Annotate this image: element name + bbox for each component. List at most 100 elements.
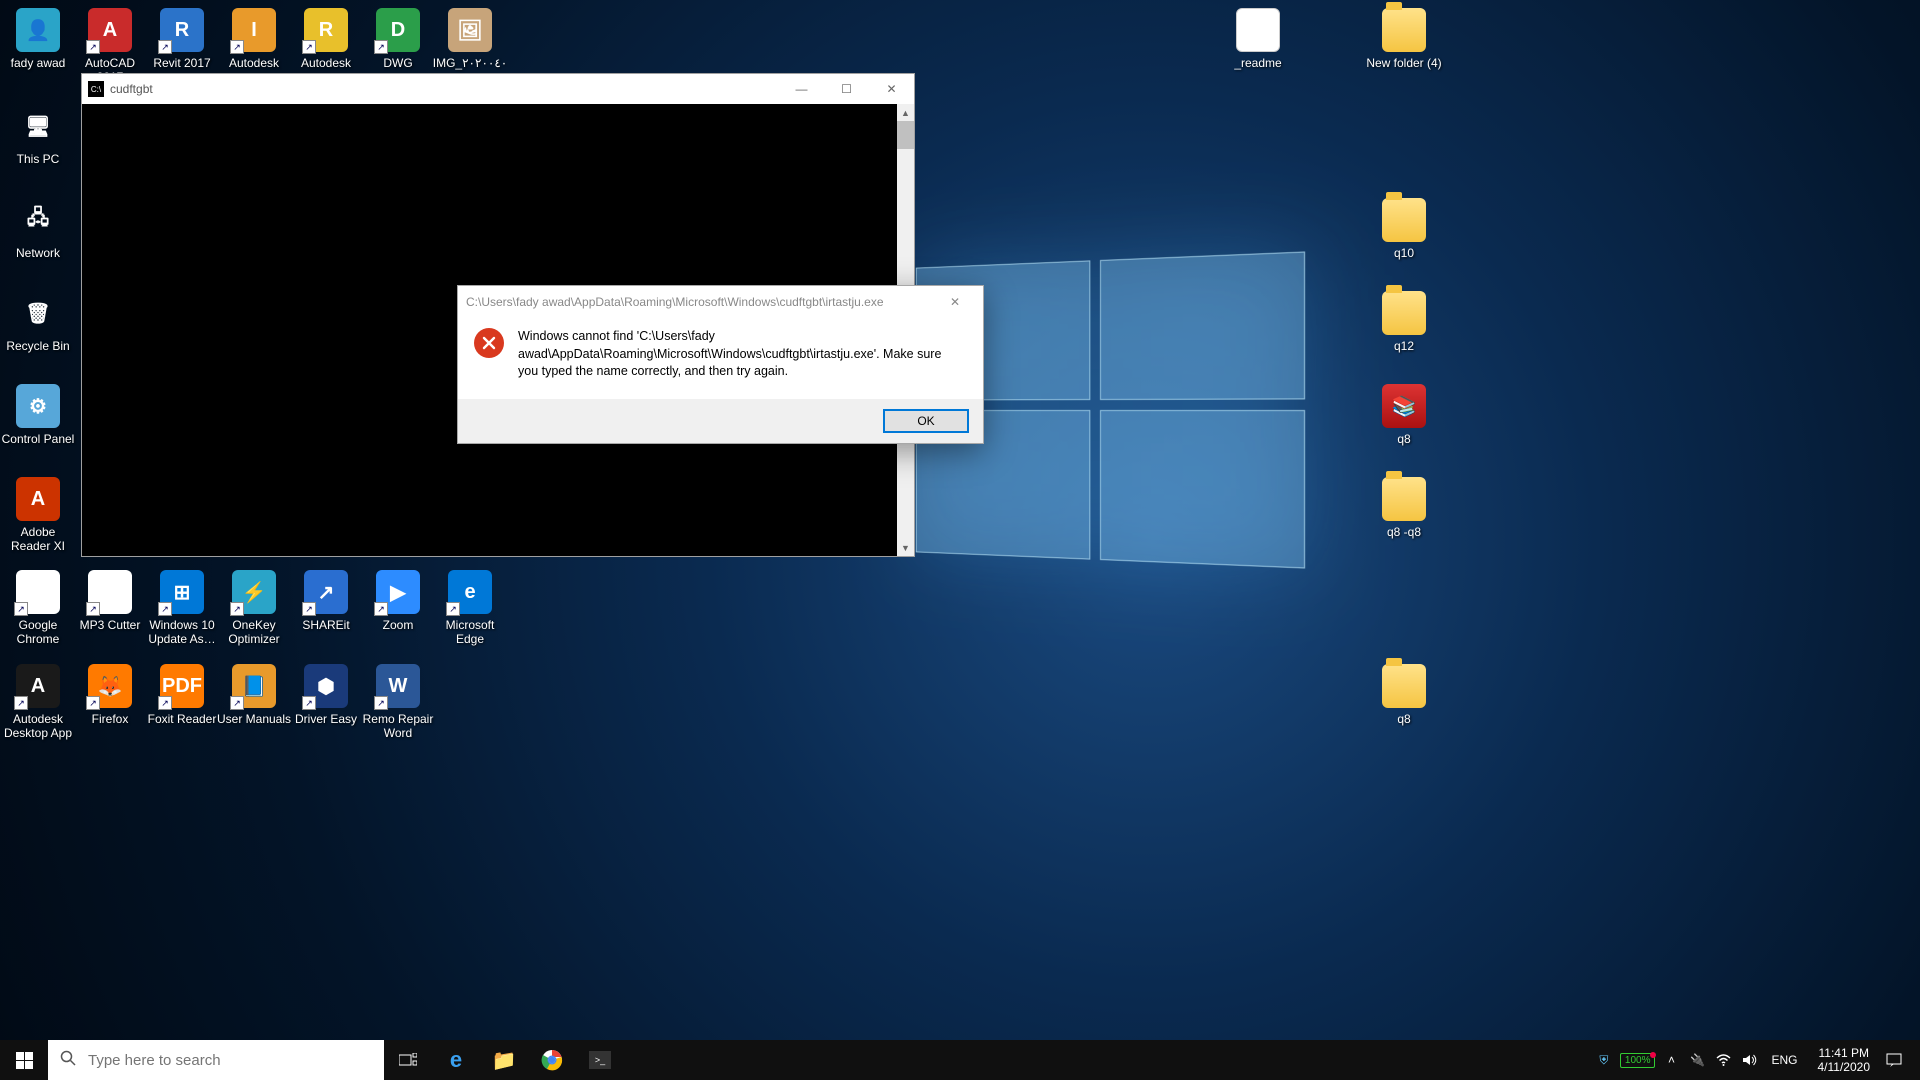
shortcut-arrow-icon: ↗ (302, 40, 316, 54)
taskbar-console[interactable]: >_ (576, 1040, 624, 1080)
desktop-icon-label: q8 -q8 (1366, 525, 1442, 539)
desktop-icon-label: q8 (1366, 432, 1442, 446)
console-icon: >_ (589, 1051, 611, 1069)
desktop-icon-label: DWG (360, 56, 436, 70)
desktop-icon-foxit[interactable]: PDF↗Foxit Reader (144, 664, 220, 726)
cpanel-icon: ⚙ (16, 384, 60, 428)
desktop-icon-label: q10 (1366, 246, 1442, 260)
desktop-icon-label: MP3 Cutter (72, 618, 148, 632)
desktop-icon-adobereader[interactable]: AAdobe Reader XI (0, 477, 76, 554)
start-button[interactable] (0, 1040, 48, 1080)
desktop-icon-label: fady awad (0, 56, 76, 70)
desktop-icon-dwg[interactable]: D↗DWG (360, 8, 436, 70)
tray-chevron-up-icon[interactable]: ˄ (1661, 1053, 1681, 1067)
desktop-icon-q8rar[interactable]: 📚 q8 (1366, 384, 1442, 446)
ok-button[interactable]: OK (883, 409, 969, 433)
error-titlebar[interactable]: C:\Users\fady awad\AppData\Roaming\Micro… (458, 286, 983, 318)
scroll-thumb[interactable] (897, 121, 914, 149)
taskbar-explorer[interactable]: 📁 (480, 1040, 528, 1080)
desktop-icon-adesktopapp[interactable]: A↗Autodesk Desktop App (0, 664, 76, 741)
desktop-icon-remorepair[interactable]: W↗Remo Repair Word (360, 664, 436, 741)
desktop-icon-user[interactable]: 👤fady awad (0, 8, 76, 70)
desktop-icon-label: Autodesk (216, 56, 292, 70)
img-icon: 🖼 (448, 8, 492, 52)
desktop-icon-firefox[interactable]: 🦊↗Firefox (72, 664, 148, 726)
desktop-icon-label: This PC (0, 152, 76, 166)
system-tray[interactable]: ⛨ 100% ˄ 🔌 ENG 11:41 PM 4/11/2020 (1594, 1040, 1920, 1080)
desktop-icon-mp3cutter[interactable]: ✂↗MP3 Cutter (72, 570, 148, 632)
q8f-icon (1382, 664, 1426, 708)
shortcut-arrow-icon: ↗ (374, 40, 388, 54)
desktop-icon-usermanuals[interactable]: 📘↗User Manuals (216, 664, 292, 726)
shortcut-arrow-icon: ↗ (446, 602, 460, 616)
taskbar-edge[interactable]: e (432, 1040, 480, 1080)
task-view-button[interactable] (384, 1040, 432, 1080)
error-title: C:\Users\fady awad\AppData\Roaming\Micro… (466, 295, 935, 309)
desktop-icon-autodesk2[interactable]: R↗Autodesk (288, 8, 364, 70)
desktop-icon-drivereasy[interactable]: ⬢↗Driver Easy (288, 664, 364, 726)
desktop-icon-label: Foxit Reader (144, 712, 220, 726)
desktop-icon-autodesk1[interactable]: I↗Autodesk (216, 8, 292, 70)
taskbar[interactable]: e 📁 >_ ⛨ 100% ˄ 🔌 ENG 11:41 PM 4/11/2020 (0, 1040, 1920, 1080)
security-tray-icon[interactable]: ⛨ (1594, 1053, 1614, 1068)
desktop-icon-readme[interactable]: ≡ _readme (1220, 8, 1296, 70)
action-center-icon[interactable] (1884, 1052, 1904, 1068)
edge-icon: e (450, 1047, 462, 1073)
desktop-icon-label: Windows 10 Update As… (144, 618, 220, 647)
desktop-icon-edge[interactable]: e↗Microsoft Edge (432, 570, 508, 647)
error-close-button[interactable]: ✕ (935, 288, 975, 316)
scroll-up-icon[interactable]: ▲ (897, 104, 914, 121)
desktop-icon-label: Firefox (72, 712, 148, 726)
desktop-icon-recycle[interactable]: 🗑Recycle Bin (0, 291, 76, 353)
desktop-icon-q12[interactable]: q12 (1366, 291, 1442, 353)
console-app-icon: C:\ (88, 81, 104, 97)
desktop-icon-chrome[interactable]: ◉↗Google Chrome (0, 570, 76, 647)
desktop-icon-label: Driver Easy (288, 712, 364, 726)
error-message: Windows cannot find 'C:\Users\fady awad\… (518, 328, 965, 381)
desktop-icon-q8f[interactable]: q8 (1366, 664, 1442, 726)
recycle-icon: 🗑 (16, 291, 60, 335)
desktop-icon-winupdate[interactable]: ⊞↗Windows 10 Update As… (144, 570, 220, 647)
console-titlebar[interactable]: C:\ cudftgbt — ☐ ✕ (82, 74, 914, 104)
minimize-button[interactable]: — (779, 74, 824, 104)
desktop-icon-label: Remo Repair Word (360, 712, 436, 741)
shortcut-arrow-icon: ↗ (302, 602, 316, 616)
desktop-icon-network[interactable]: 🖧Network (0, 198, 76, 260)
desktop-icon-q8q8[interactable]: q8 -q8 (1366, 477, 1442, 539)
volume-tray-icon[interactable] (1739, 1053, 1759, 1067)
console-title: cudftgbt (110, 82, 779, 96)
desktop-icon-revit[interactable]: R↗Revit 2017 (144, 8, 220, 70)
desktop-icon-label: Control Panel (0, 432, 76, 446)
desktop-icon-label: Revit 2017 (144, 56, 220, 70)
desktop-icon-shareit[interactable]: ↗↗SHAREit (288, 570, 364, 632)
taskbar-chrome[interactable] (528, 1040, 576, 1080)
desktop-icon-thispc[interactable]: 🖥This PC (0, 104, 76, 166)
desktop-icon-label: New folder (4) (1366, 56, 1442, 70)
power-tray-icon[interactable]: 🔌 (1687, 1053, 1707, 1067)
error-dialog[interactable]: C:\Users\fady awad\AppData\Roaming\Micro… (457, 285, 984, 444)
search-input[interactable] (88, 1052, 372, 1069)
desktop-icon-label: _readme (1220, 56, 1296, 70)
task-view-icon (399, 1053, 417, 1067)
shortcut-arrow-icon: ↗ (158, 696, 172, 710)
desktop-icon-zoom[interactable]: ▶↗Zoom (360, 570, 436, 632)
language-indicator[interactable]: ENG (1765, 1053, 1803, 1067)
q8rar-icon: 📚 (1382, 384, 1426, 428)
desktop-icon-label: Microsoft Edge (432, 618, 508, 647)
desktop-icon-q10[interactable]: q10 (1366, 198, 1442, 260)
taskbar-search[interactable] (48, 1040, 384, 1080)
desktop-icon-newf4[interactable]: New folder (4) (1366, 8, 1442, 70)
battery-indicator[interactable]: 100% (1620, 1053, 1656, 1068)
close-button[interactable]: ✕ (869, 74, 914, 104)
shortcut-arrow-icon: ↗ (14, 602, 28, 616)
scroll-down-icon[interactable]: ▼ (897, 539, 914, 556)
shortcut-arrow-icon: ↗ (230, 602, 244, 616)
maximize-button[interactable]: ☐ (824, 74, 869, 104)
readme-icon: ≡ (1236, 8, 1280, 52)
desktop-icon-cpanel[interactable]: ⚙ Control Panel (0, 384, 76, 446)
battery-alert-icon (1650, 1052, 1656, 1058)
shortcut-arrow-icon: ↗ (158, 40, 172, 54)
desktop-icon-onekey[interactable]: ⚡↗OneKey Optimizer (216, 570, 292, 647)
wifi-tray-icon[interactable] (1713, 1054, 1733, 1066)
taskbar-clock[interactable]: 11:41 PM 4/11/2020 (1810, 1046, 1879, 1075)
